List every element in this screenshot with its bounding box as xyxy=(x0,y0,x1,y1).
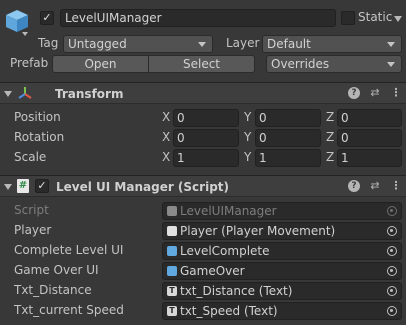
txt-distance-field[interactable]: T txt_Distance (Text) xyxy=(162,282,402,300)
rotation-z-field[interactable]: 0 xyxy=(337,129,402,147)
rotation-x-field[interactable]: 0 xyxy=(173,129,239,147)
script-component-title: Level UI Manager (Script) xyxy=(56,180,230,194)
script-reference-value: LevelUIManager xyxy=(180,204,277,218)
scale-z-label[interactable]: Z xyxy=(326,150,334,164)
script-foldout-icon[interactable] xyxy=(4,184,12,190)
text-icon: T xyxy=(167,306,177,316)
transform-header[interactable]: Transform ? ⇄ ⋮ xyxy=(0,82,406,104)
object-picker-icon[interactable] xyxy=(387,306,397,316)
prefab-open-button[interactable]: Open xyxy=(52,55,149,73)
csharp-script-icon: # xyxy=(17,179,29,193)
scale-z-field[interactable]: 1 xyxy=(337,149,402,167)
player-label: Player xyxy=(14,223,52,237)
text-icon: T xyxy=(167,286,177,296)
transform-axes-icon xyxy=(18,87,32,99)
scale-x-label[interactable]: X xyxy=(162,150,170,164)
script-enabled-checkbox[interactable]: ✓ xyxy=(35,179,49,193)
txt-distance-label: Txt_Distance xyxy=(14,283,92,297)
object-picker-icon xyxy=(387,206,397,216)
prefab-icon xyxy=(167,266,177,276)
position-label: Position xyxy=(14,110,61,124)
rotation-y-label[interactable]: Y xyxy=(244,130,251,144)
script-field-label: Script xyxy=(14,203,49,217)
rotation-x-label[interactable]: X xyxy=(162,130,170,144)
static-checkbox[interactable] xyxy=(341,11,355,25)
txt-current-speed-label: Txt_current Speed xyxy=(14,303,124,317)
icon-dropdown-caret-icon[interactable] xyxy=(22,32,28,36)
player-field[interactable]: Player (Player Movement) xyxy=(162,222,402,240)
rotation-label: Rotation xyxy=(14,130,65,144)
layer-dropdown[interactable]: Default xyxy=(262,35,402,53)
script-reference-field: LevelUIManager xyxy=(162,202,402,220)
context-menu-icon[interactable]: ⋮ xyxy=(390,87,402,99)
prefab-icon xyxy=(167,246,177,256)
prefab-overrides-dropdown[interactable]: Overrides xyxy=(266,55,402,73)
scale-x-field[interactable]: 1 xyxy=(173,149,239,167)
txt-current-speed-field[interactable]: T txt_Speed (Text) xyxy=(162,302,402,320)
object-picker-icon[interactable] xyxy=(387,226,397,236)
position-x-field[interactable]: 0 xyxy=(173,109,239,127)
script-context-menu-icon[interactable]: ⋮ xyxy=(390,180,402,192)
layer-value: Default xyxy=(267,37,311,51)
game-over-ui-field[interactable]: GameOver xyxy=(162,262,402,280)
object-picker-icon[interactable] xyxy=(387,246,397,256)
transform-foldout-icon[interactable] xyxy=(4,91,12,97)
gameobject-name-field[interactable]: LevelUIManager xyxy=(60,9,336,27)
position-z-field[interactable]: 0 xyxy=(337,109,402,127)
position-x-label[interactable]: X xyxy=(162,110,170,124)
script-presets-icon[interactable]: ⇄ xyxy=(369,180,381,192)
complete-level-ui-label: Complete Level UI xyxy=(14,243,124,257)
position-y-label[interactable]: Y xyxy=(244,110,251,124)
object-picker-icon[interactable] xyxy=(387,266,397,276)
rotation-z-label[interactable]: Z xyxy=(326,130,334,144)
scale-y-field[interactable]: 1 xyxy=(255,149,321,167)
complete-level-ui-value: LevelComplete xyxy=(180,244,270,258)
game-over-ui-value: GameOver xyxy=(180,264,245,278)
overrides-label: Overrides xyxy=(271,57,330,71)
layer-label: Layer xyxy=(226,36,260,50)
tag-value: Untagged xyxy=(68,37,127,51)
tag-caret-icon xyxy=(198,42,206,47)
scale-y-label[interactable]: Y xyxy=(244,150,251,164)
object-picker-icon[interactable] xyxy=(387,286,397,296)
script-icon xyxy=(167,226,177,236)
transform-title: Transform xyxy=(55,87,124,101)
overrides-caret-icon xyxy=(387,62,395,67)
prefab-select-button[interactable]: Select xyxy=(148,55,255,73)
game-over-ui-label: Game Over UI xyxy=(14,263,99,277)
tag-dropdown[interactable]: Untagged xyxy=(63,35,213,53)
script-component-header[interactable]: # ✓ Level UI Manager (Script) ? ⇄ ⋮ xyxy=(0,175,406,197)
layer-caret-icon xyxy=(387,42,395,47)
presets-icon[interactable]: ⇄ xyxy=(369,87,381,99)
scale-label: Scale xyxy=(14,150,47,164)
txt-current-speed-value: txt_Speed (Text) xyxy=(180,304,278,318)
txt-distance-value: txt_Distance (Text) xyxy=(180,284,293,298)
tag-label: Tag xyxy=(38,36,59,50)
player-value: Player (Player Movement) xyxy=(180,224,336,238)
static-dropdown-caret-icon[interactable] xyxy=(394,16,402,22)
position-y-field[interactable]: 0 xyxy=(255,109,321,127)
static-label: Static xyxy=(358,10,393,24)
help-icon[interactable]: ? xyxy=(348,87,360,99)
script-help-icon[interactable]: ? xyxy=(348,180,360,192)
complete-level-ui-field[interactable]: LevelComplete xyxy=(162,242,402,260)
active-checkbox[interactable]: ✓ xyxy=(40,11,54,25)
rotation-y-field[interactable]: 0 xyxy=(255,129,321,147)
prefab-label: Prefab xyxy=(10,56,49,70)
gameobject-cube-icon[interactable] xyxy=(4,8,30,34)
script-icon xyxy=(167,206,177,216)
position-z-label[interactable]: Z xyxy=(326,110,334,124)
